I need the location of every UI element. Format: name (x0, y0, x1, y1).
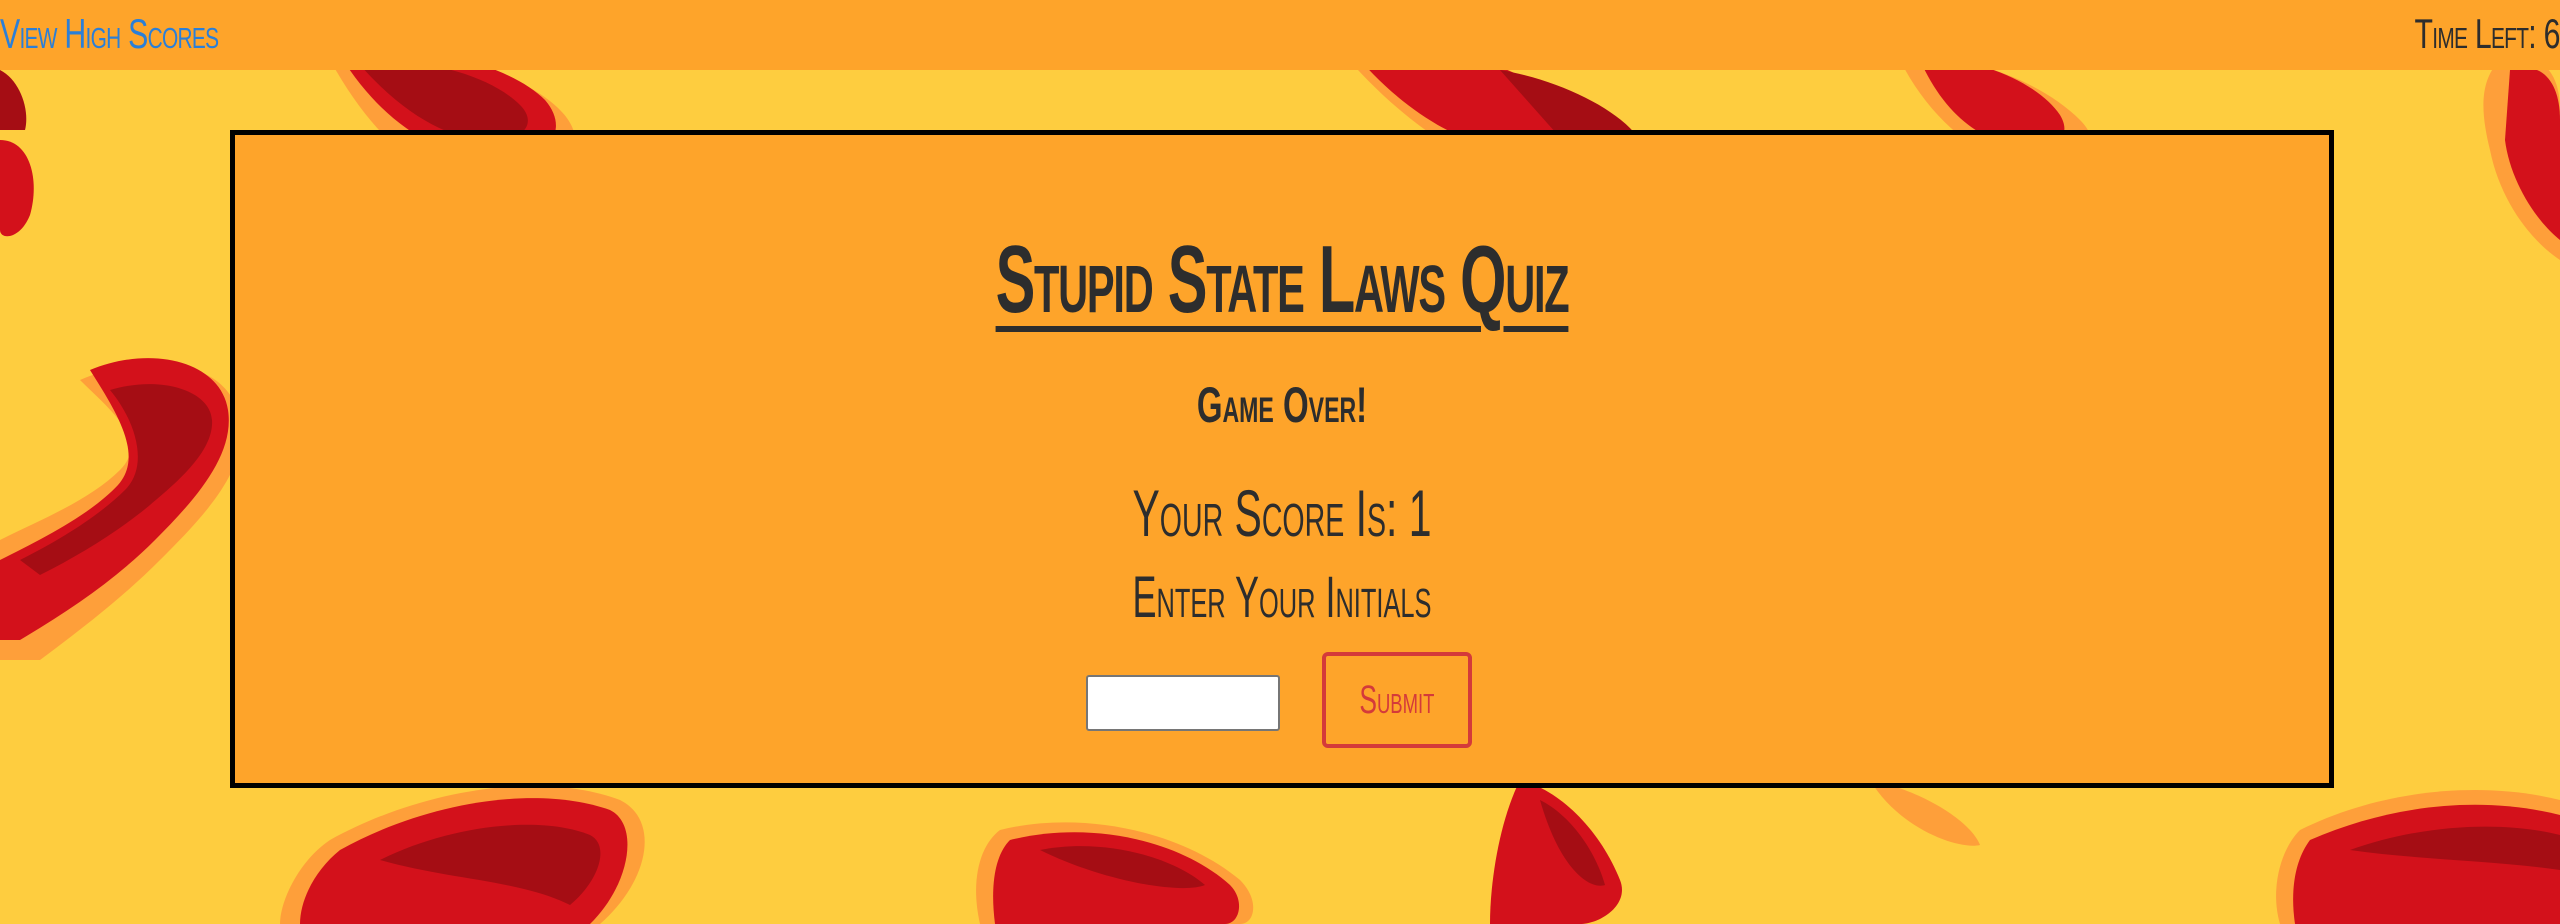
submit-button-label: Submit (1359, 677, 1435, 722)
time-left-display: Time Left: 6 (2414, 10, 2560, 57)
final-score-text: Your Score Is: 1 (1132, 476, 1432, 550)
initials-label: Enter Your Initials (1132, 565, 1432, 630)
quiz-card: Stupid State Laws Quiz Game Over! Your S… (230, 130, 2334, 788)
brush-stroke-decoration (2483, 57, 2560, 260)
submit-button[interactable]: Submit (1322, 652, 1472, 748)
quiz-title-text: Stupid State Laws Quiz (995, 226, 1570, 333)
brush-stroke-decoration (2276, 790, 2560, 924)
quiz-title: Stupid State Laws Quiz (633, 225, 1931, 335)
brush-stroke-decoration (280, 785, 645, 924)
brush-stroke-decoration (976, 822, 1254, 924)
brush-stroke-decoration (0, 358, 242, 660)
view-high-scores-link[interactable]: View High Scores (0, 6, 219, 62)
brush-stroke-decoration (1490, 780, 1622, 924)
brush-stroke-decoration (1870, 780, 1980, 846)
game-over-text: Game Over! (1196, 377, 1368, 433)
brush-stroke-decoration (0, 70, 34, 237)
initials-input[interactable] (1086, 675, 1280, 731)
top-bar: View High Scores Time Left: 6 (0, 0, 2560, 70)
